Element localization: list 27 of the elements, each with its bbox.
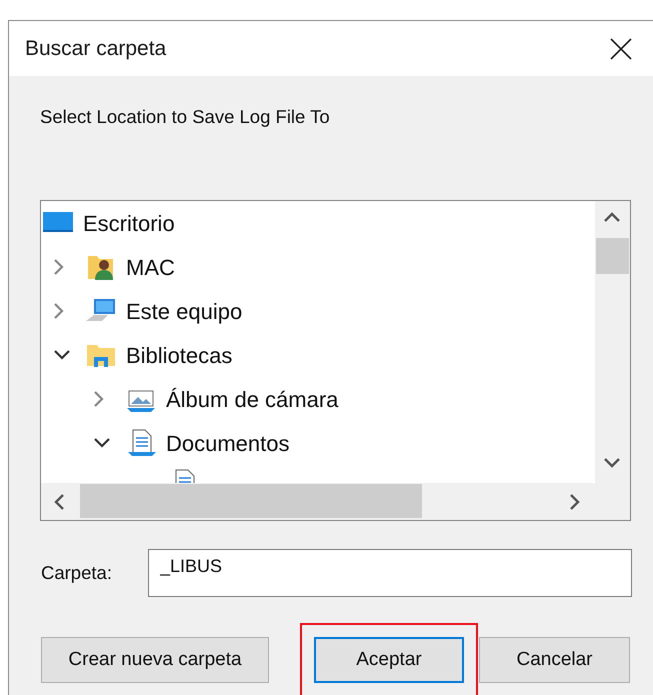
dialog-button[interactable]: Aceptar	[314, 637, 464, 683]
scroll-thumb[interactable]	[596, 238, 629, 274]
collapse-chevron-icon[interactable]	[53, 349, 71, 361]
scroll-up-icon[interactable]	[603, 211, 621, 223]
tree-item[interactable]: Escritorio	[83, 206, 175, 240]
collapse-chevron-icon[interactable]	[93, 437, 111, 449]
scroll-left-icon[interactable]	[53, 493, 65, 511]
tree-item[interactable]: Este equipo	[126, 294, 242, 328]
vertical-scrollbar[interactable]	[595, 201, 630, 483]
expand-chevron-icon[interactable]	[93, 390, 105, 408]
expand-chevron-icon[interactable]	[53, 302, 65, 320]
expand-chevron-icon[interactable]	[53, 258, 65, 276]
scroll-down-icon[interactable]	[603, 457, 621, 469]
scroll-right-icon[interactable]	[569, 493, 581, 511]
scroll-thumb[interactable]	[80, 484, 422, 518]
dialog-button[interactable]: Cancelar	[479, 637, 630, 683]
tree-item[interactable]: Bibliotecas	[126, 338, 232, 372]
folder-label: Carpeta:	[41, 561, 113, 586]
tree-item[interactable]: MAC	[126, 250, 175, 284]
folder-input-field[interactable]: _LIBUS	[148, 549, 632, 597]
horizontal-scrollbar[interactable]	[41, 483, 630, 520]
prompt-text: Select Location to Save Log File To	[40, 106, 330, 127]
close-icon[interactable]	[610, 38, 632, 60]
tree-item[interactable]: Documentos	[166, 426, 290, 460]
window-title: Buscar carpeta	[25, 36, 166, 62]
tree-item[interactable]: Álbum de cámara	[166, 382, 338, 416]
dialog-button[interactable]: Crear nueva carpeta	[41, 637, 269, 683]
